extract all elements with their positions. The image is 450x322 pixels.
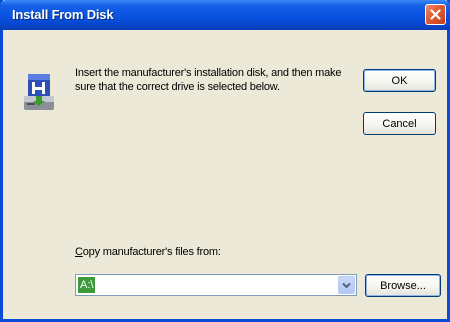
copy-files-label: Copy manufacturer's files from: bbox=[75, 246, 221, 258]
ok-button[interactable]: OK bbox=[363, 69, 436, 92]
browse-button[interactable]: Browse... bbox=[365, 274, 441, 297]
close-button[interactable] bbox=[425, 4, 446, 25]
title-bar[interactable]: Install From Disk bbox=[0, 0, 450, 30]
instruction-text: Insert the manufacturer's installation d… bbox=[75, 67, 342, 93]
window-title: Install From Disk bbox=[12, 7, 114, 22]
cancel-button[interactable]: Cancel bbox=[363, 112, 436, 135]
chevron-down-icon bbox=[342, 282, 351, 288]
dropdown-button[interactable] bbox=[338, 276, 355, 294]
close-icon bbox=[430, 9, 441, 20]
copy-files-combobox[interactable]: A:\ bbox=[75, 274, 357, 296]
copy-files-value[interactable]: A:\ bbox=[78, 277, 96, 293]
copy-files-label-text: opy manufacturer's files from: bbox=[82, 246, 221, 258]
copy-files-label-mnemonic: C bbox=[75, 246, 83, 258]
install-disk-icon bbox=[22, 70, 56, 114]
